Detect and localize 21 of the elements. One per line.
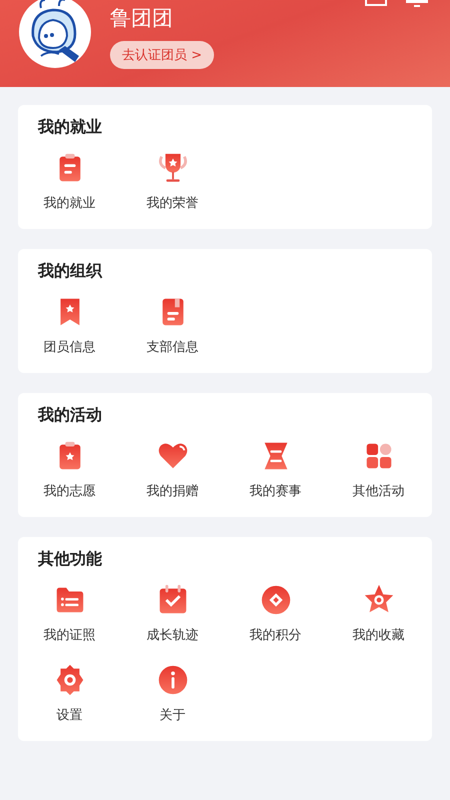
- menu-item-label[interactable]: 我的就业: [44, 195, 96, 213]
- menu-item-label[interactable]: 成长轨迹: [146, 627, 198, 645]
- menu-item-label[interactable]: 我的收藏: [352, 627, 404, 645]
- menu-item-label[interactable]: 我的荣誉: [146, 195, 198, 213]
- menu-item-label[interactable]: 我的捐赠: [146, 483, 198, 501]
- monitor-icon[interactable]: [405, 0, 429, 8]
- section-title: 其他功能: [37, 549, 103, 569]
- menu-item-label[interactable]: 团员信息: [44, 339, 96, 357]
- section-title: 我的组织: [36, 261, 104, 281]
- menu-item-label[interactable]: 其他活动: [352, 483, 404, 501]
- section-title: 我的就业: [36, 117, 103, 137]
- menu-item-label[interactable]: 我的赛事: [250, 483, 302, 501]
- section-title: 我的活动: [36, 405, 103, 425]
- menu-item-label[interactable]: 设置: [56, 707, 82, 725]
- avatar-icon[interactable]: [19, 0, 91, 68]
- menu-item-label[interactable]: 我的志愿: [44, 483, 96, 501]
- menu-item-label[interactable]: 我的证照: [44, 627, 96, 645]
- menu-item-label[interactable]: 支部信息: [146, 339, 198, 357]
- menu-item-label[interactable]: 我的积分: [250, 627, 302, 645]
- user-name: 鲁团团: [110, 5, 173, 32]
- menu-item-label[interactable]: 关于: [160, 707, 186, 725]
